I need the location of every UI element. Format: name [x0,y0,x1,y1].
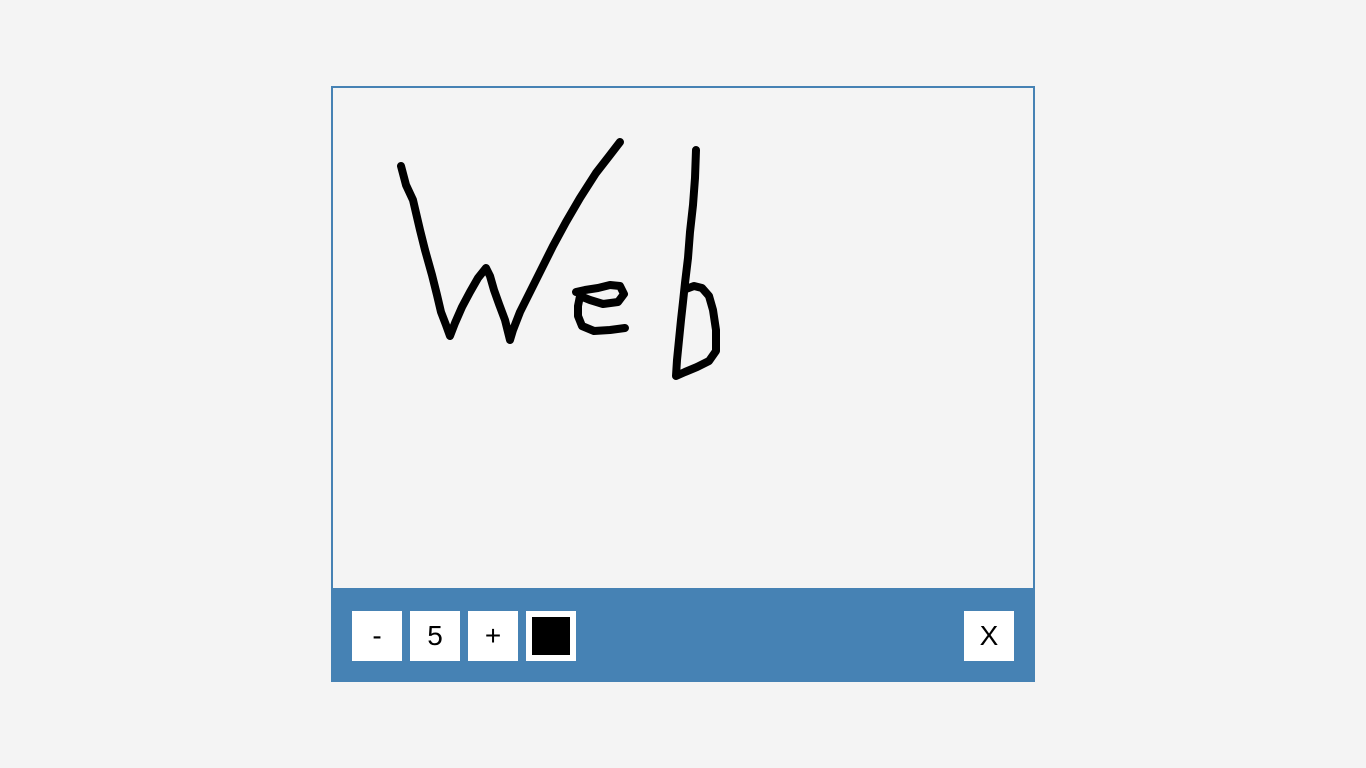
stroke-letter-e [572,281,629,335]
toolbar: - 5 + X [331,588,1035,682]
drawing-app: - 5 + X [331,86,1035,682]
brush-size-display: 5 [410,611,460,661]
decrease-brush-size-button[interactable]: - [352,611,402,661]
drawing-canvas[interactable] [331,86,1035,589]
handwriting-strokes [397,138,720,380]
stroke-letter-w [397,138,624,344]
color-swatch [532,617,570,655]
color-picker-button[interactable] [526,611,576,661]
close-button[interactable]: X [964,611,1014,661]
increase-brush-size-button[interactable]: + [468,611,518,661]
stroke-letter-b [672,146,720,380]
